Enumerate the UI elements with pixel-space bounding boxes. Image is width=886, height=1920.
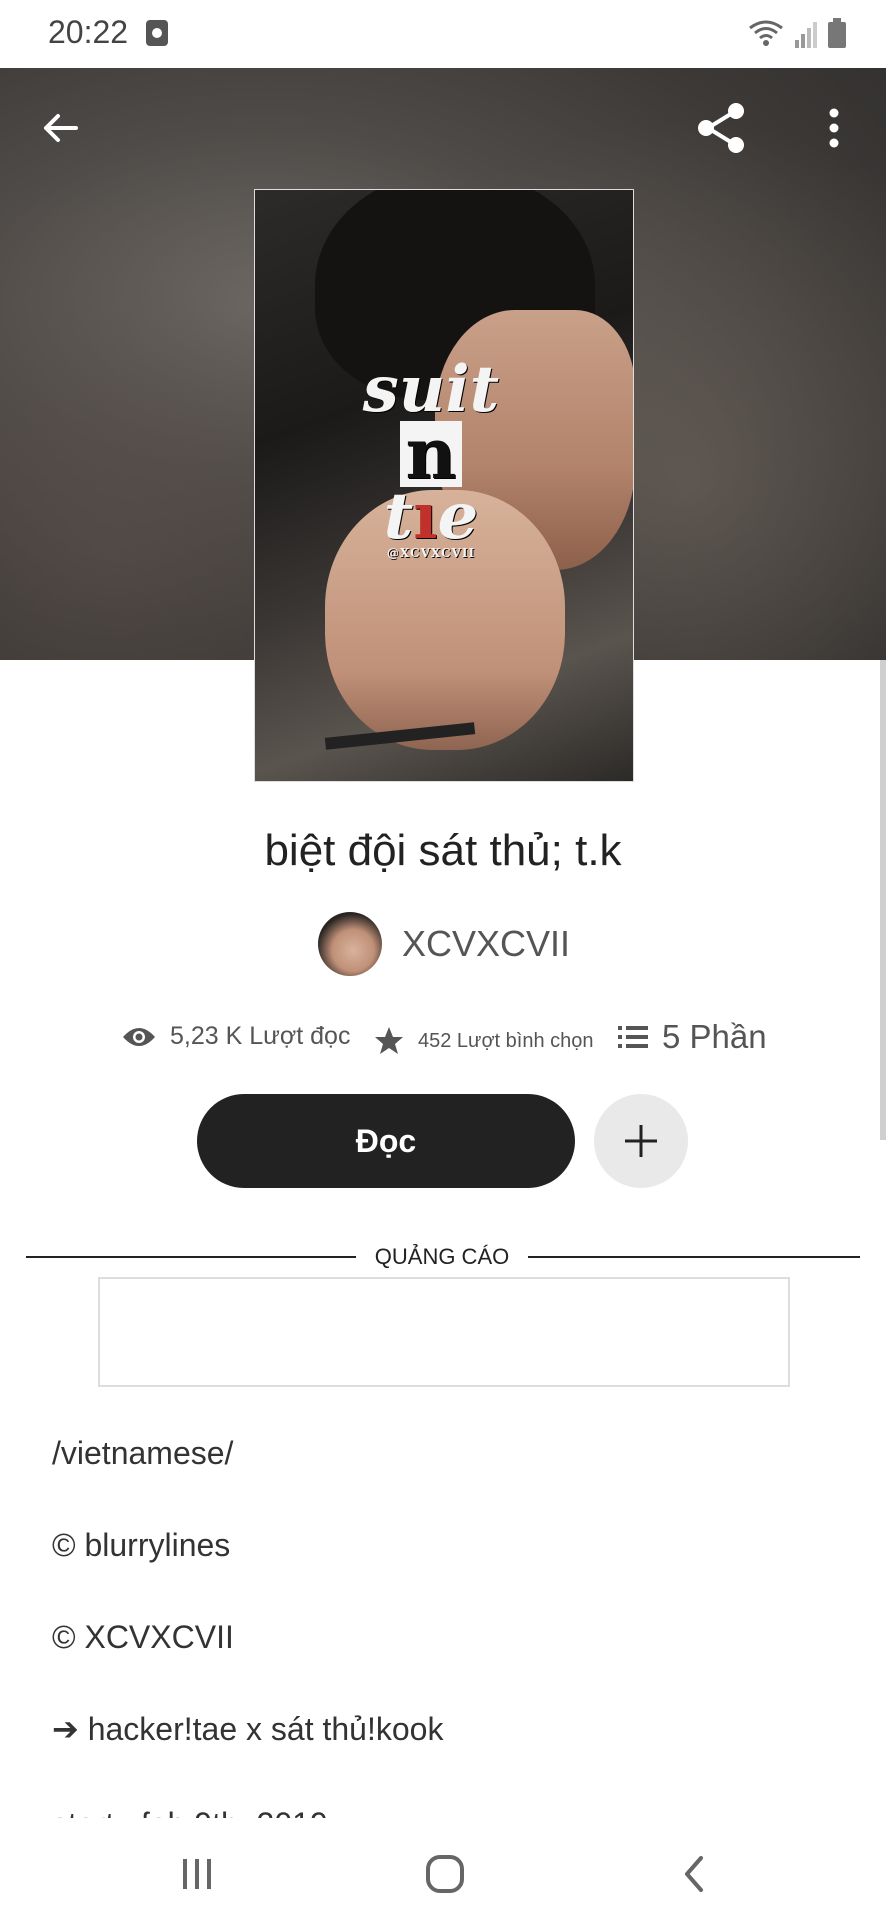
home-button[interactable] <box>415 1850 475 1898</box>
nav-back-button[interactable] <box>664 1850 724 1898</box>
back-button[interactable] <box>30 98 90 158</box>
story-title: biệt đội sát thủ; t.k <box>264 826 622 875</box>
cover-title-art: suit n tıe @XCVXCVII <box>351 358 511 561</box>
stat-reads: 5,23 K Lượt đọc <box>122 1022 350 1051</box>
arrow-right-icon: ➔ <box>52 1711 88 1747</box>
story-stats: 5,23 K Lượt đọc 452 Lượt bình chọn 5 Phầ… <box>0 1018 886 1062</box>
recent-apps-icon <box>183 1859 211 1889</box>
system-icons <box>748 18 846 48</box>
description-line: /vietnamese/ <box>52 1435 234 1471</box>
story-description: /vietnamese/ © blurrylines © XCVXCVII ➔ … <box>52 1420 832 1818</box>
plus-icon <box>625 1125 657 1157</box>
battery-icon <box>828 18 846 48</box>
status-bar: 20:22 <box>0 0 886 68</box>
home-icon <box>426 1855 464 1893</box>
author-link[interactable]: XCVXCVII <box>318 912 570 976</box>
cellular-signal-icon <box>794 20 818 48</box>
notification-icon <box>146 20 168 46</box>
list-icon <box>618 1026 648 1048</box>
wifi-icon <box>748 18 784 48</box>
description-line: © XCVXCVII <box>52 1619 234 1655</box>
cover-art-line2: n <box>399 419 463 488</box>
more-vert-icon <box>829 108 839 148</box>
reads-count: 5,23 K Lượt đọc <box>170 1022 351 1050</box>
votes-count: 452 Lượt bình chọn <box>418 1029 594 1052</box>
description-line: start : feb 9th, 2019 <box>52 1804 832 1818</box>
add-to-library-button[interactable] <box>594 1094 688 1188</box>
stat-parts: 5 Phần <box>618 1018 767 1056</box>
cover-art-signature: @XCVXCVII <box>386 546 476 561</box>
eye-icon <box>123 1027 155 1046</box>
share-icon <box>698 103 744 153</box>
cover-art-line3: tıe <box>383 479 479 555</box>
divider-line <box>26 1256 356 1258</box>
scrollbar[interactable] <box>880 660 886 1140</box>
ad-slot[interactable] <box>98 1277 790 1387</box>
read-button[interactable]: Đọc <box>197 1094 575 1188</box>
author-name[interactable]: XCVXCVII <box>402 923 570 965</box>
status-time: 20:22 <box>48 14 129 50</box>
story-cover[interactable]: suit n tıe @XCVXCVII <box>254 189 634 782</box>
ad-label: QUẢNG CÁO <box>374 1244 510 1269</box>
avatar[interactable] <box>318 912 382 976</box>
star-icon <box>375 1027 403 1054</box>
system-nav-bar <box>0 1818 886 1920</box>
description-line: © blurrylines <box>52 1527 231 1563</box>
parts-count: 5 Phần <box>662 1018 767 1055</box>
ad-divider: QUẢNG CÁO <box>26 1244 860 1269</box>
recent-apps-button[interactable] <box>167 1850 227 1898</box>
share-button[interactable] <box>692 98 752 158</box>
back-arrow-icon <box>44 114 78 142</box>
description-line: ➔ hacker!tae x sát thủ!kook <box>52 1711 444 1747</box>
divider-line <box>528 1256 860 1258</box>
stat-votes: 452 Lượt bình chọn <box>374 1026 594 1056</box>
more-options-button[interactable] <box>804 98 864 158</box>
back-icon <box>685 1856 703 1892</box>
